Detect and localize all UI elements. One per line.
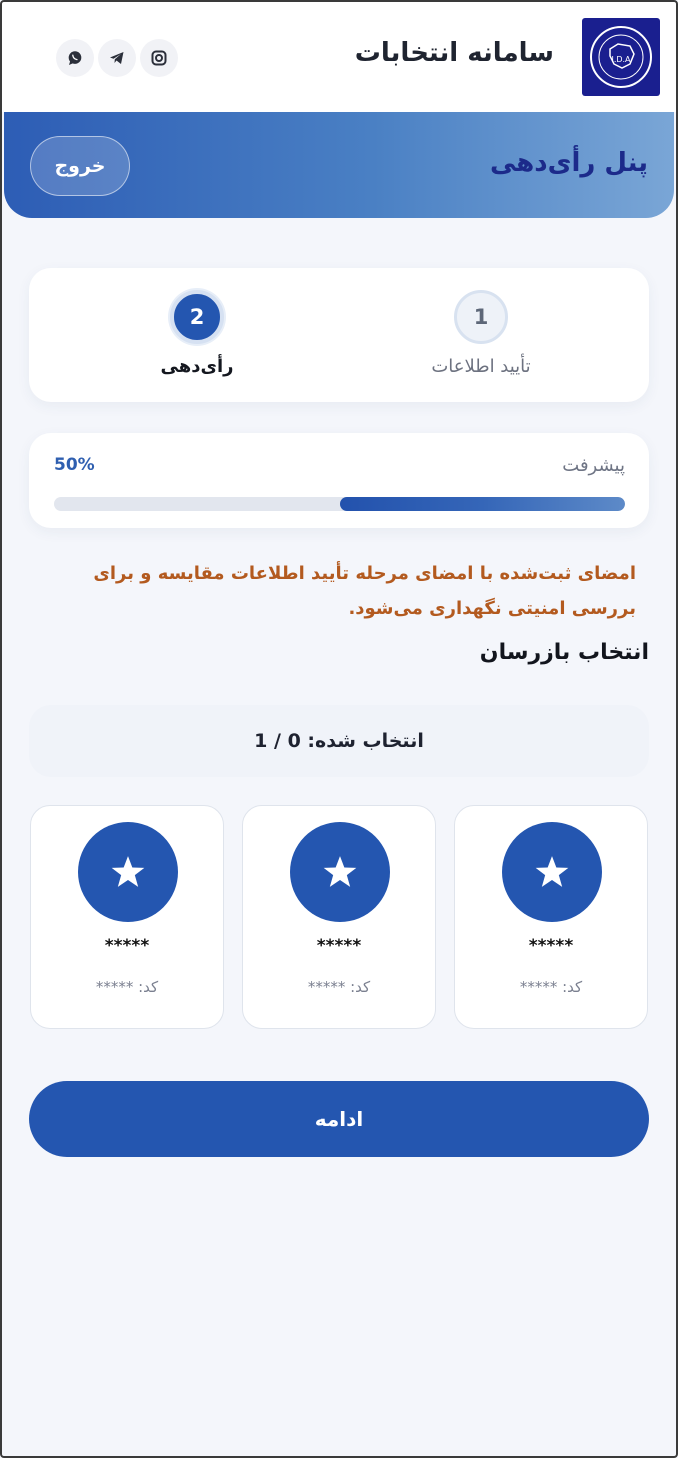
step-number: 2 — [170, 290, 224, 344]
star-icon — [78, 822, 178, 922]
site-title: سامانه انتخابات — [354, 38, 554, 68]
step-label: رأی‌دهی — [160, 356, 234, 377]
panel-title: پنل رأی‌دهی — [489, 148, 648, 178]
continue-button[interactable]: ادامه — [29, 1081, 649, 1157]
steps-card: 1 تأیید اطلاعات 2 رأی‌دهی — [29, 268, 649, 402]
progress-label: پیشرفت — [562, 455, 625, 476]
progress-track — [54, 497, 625, 511]
progress-fill — [339, 497, 625, 511]
progress-percent: 50% — [54, 455, 95, 475]
candidate-name: ***** — [316, 936, 362, 956]
step-verify-info: 1 تأیید اطلاعات — [401, 290, 561, 377]
signature-notice: امضای ثبت‌شده با امضای مرحله تأیید اطلاع… — [93, 563, 636, 619]
logo-text: I.D.A — [611, 55, 631, 64]
telegram-button[interactable] — [98, 39, 136, 77]
whatsapp-icon — [68, 51, 82, 65]
candidate-card[interactable]: ***** کد: ***** — [454, 805, 648, 1029]
candidate-name: ***** — [528, 936, 574, 956]
instagram-icon — [151, 50, 167, 66]
section-title: انتخاب بازرسان — [479, 640, 649, 665]
telegram-icon — [110, 52, 124, 64]
step-voting: 2 رأی‌دهی — [117, 290, 277, 377]
candidate-code: کد: ***** — [95, 978, 159, 996]
progress-card: پیشرفت 50% — [29, 433, 649, 528]
top-header: I.D.A سامانه انتخابات — [2, 2, 676, 112]
candidate-card[interactable]: ***** کد: ***** — [242, 805, 436, 1029]
step-number: 1 — [454, 290, 508, 344]
selected-count: انتخاب شده: 0 / 1 — [29, 705, 649, 777]
candidate-code: کد: ***** — [307, 978, 371, 996]
logo-emblem-icon: I.D.A — [590, 26, 652, 88]
star-icon — [502, 822, 602, 922]
panel-header: پنل رأی‌دهی خروج — [4, 112, 674, 218]
logo: I.D.A — [582, 18, 660, 96]
step-label: تأیید اطلاعات — [431, 356, 531, 377]
whatsapp-button[interactable] — [56, 39, 94, 77]
logout-button[interactable]: خروج — [30, 136, 130, 196]
candidate-name: ***** — [104, 936, 150, 956]
instagram-button[interactable] — [140, 39, 178, 77]
candidate-code: کد: ***** — [519, 978, 583, 996]
star-icon — [290, 822, 390, 922]
candidate-card[interactable]: ***** کد: ***** — [30, 805, 224, 1029]
